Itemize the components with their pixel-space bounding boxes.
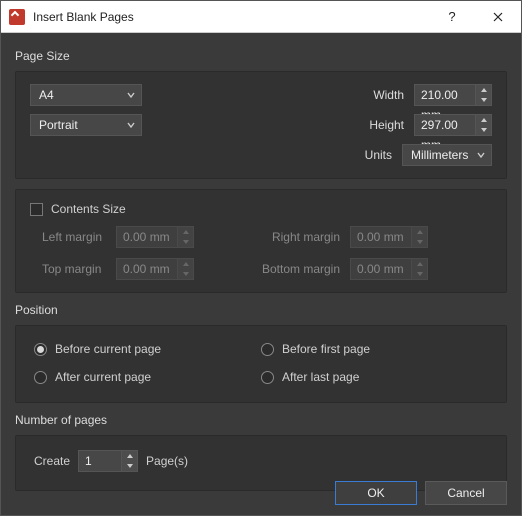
paper-size-value: A4 bbox=[39, 88, 54, 102]
cancel-button[interactable]: Cancel bbox=[425, 481, 507, 505]
chevron-down-icon bbox=[127, 91, 135, 99]
chevron-down-icon bbox=[477, 151, 485, 159]
radio-label: Before current page bbox=[55, 342, 161, 356]
radio-label: Before first page bbox=[282, 342, 370, 356]
num-pages-spinner[interactable] bbox=[122, 450, 138, 472]
dialog-body: Page Size A4 Width 210.00 mm bbox=[1, 33, 521, 515]
contents-size-label: Contents Size bbox=[51, 202, 126, 216]
help-button[interactable]: ? bbox=[429, 1, 475, 33]
bottom-margin-input: 0.00 mm bbox=[350, 258, 412, 280]
num-pages-input[interactable]: 1 bbox=[78, 450, 122, 472]
units-value: Millimeters bbox=[411, 148, 468, 162]
num-pages-label: Number of pages bbox=[15, 413, 507, 427]
left-margin-spinner bbox=[178, 226, 194, 248]
right-margin-label: Right margin bbox=[250, 230, 350, 244]
radio-icon bbox=[34, 371, 47, 384]
bottom-margin-spinner bbox=[412, 258, 428, 280]
dialog-title: Insert Blank Pages bbox=[33, 10, 429, 24]
position-label: Position bbox=[15, 303, 507, 317]
orientation-value: Portrait bbox=[39, 118, 78, 132]
contents-size-group: Contents Size Left margin 0.00 mm Right … bbox=[15, 189, 507, 293]
create-label: Create bbox=[34, 454, 70, 468]
left-margin-label: Left margin bbox=[30, 230, 116, 244]
top-margin-input: 0.00 mm bbox=[116, 258, 178, 280]
left-margin-input: 0.00 mm bbox=[116, 226, 178, 248]
page-size-label: Page Size bbox=[15, 49, 507, 63]
dialog-window: Insert Blank Pages ? Page Size A4 Width … bbox=[0, 0, 522, 516]
chevron-down-icon bbox=[127, 121, 135, 129]
top-margin-spinner bbox=[178, 258, 194, 280]
app-icon bbox=[9, 9, 25, 25]
units-select[interactable]: Millimeters bbox=[402, 144, 492, 166]
right-margin-spinner bbox=[412, 226, 428, 248]
radio-before-current[interactable]: Before current page bbox=[34, 342, 261, 356]
pages-suffix: Page(s) bbox=[146, 454, 188, 468]
height-input[interactable]: 297.00 mm bbox=[414, 114, 476, 136]
width-input[interactable]: 210.00 mm bbox=[414, 84, 476, 106]
radio-icon bbox=[34, 343, 47, 356]
radio-label: After last page bbox=[282, 370, 359, 384]
radio-icon bbox=[261, 371, 274, 384]
radio-before-first[interactable]: Before first page bbox=[261, 342, 488, 356]
bottom-margin-label: Bottom margin bbox=[250, 262, 350, 276]
radio-label: After current page bbox=[55, 370, 151, 384]
ok-button[interactable]: OK bbox=[335, 481, 417, 505]
radio-icon bbox=[261, 343, 274, 356]
titlebar: Insert Blank Pages ? bbox=[1, 1, 521, 33]
page-size-group: A4 Width 210.00 mm Portrait bbox=[15, 71, 507, 179]
right-margin-input: 0.00 mm bbox=[350, 226, 412, 248]
height-spinner[interactable] bbox=[476, 114, 492, 136]
height-label: Height bbox=[354, 118, 404, 132]
width-spinner[interactable] bbox=[476, 84, 492, 106]
top-margin-label: Top margin bbox=[30, 262, 116, 276]
radio-after-current[interactable]: After current page bbox=[34, 370, 261, 384]
dialog-footer: OK Cancel bbox=[335, 481, 507, 505]
radio-after-last[interactable]: After last page bbox=[261, 370, 488, 384]
paper-size-select[interactable]: A4 bbox=[30, 84, 142, 106]
units-label: Units bbox=[350, 148, 392, 162]
position-group: Before current page Before first page Af… bbox=[15, 325, 507, 403]
close-button[interactable] bbox=[475, 1, 521, 33]
width-label: Width bbox=[354, 88, 404, 102]
contents-size-checkbox[interactable] bbox=[30, 203, 43, 216]
orientation-select[interactable]: Portrait bbox=[30, 114, 142, 136]
